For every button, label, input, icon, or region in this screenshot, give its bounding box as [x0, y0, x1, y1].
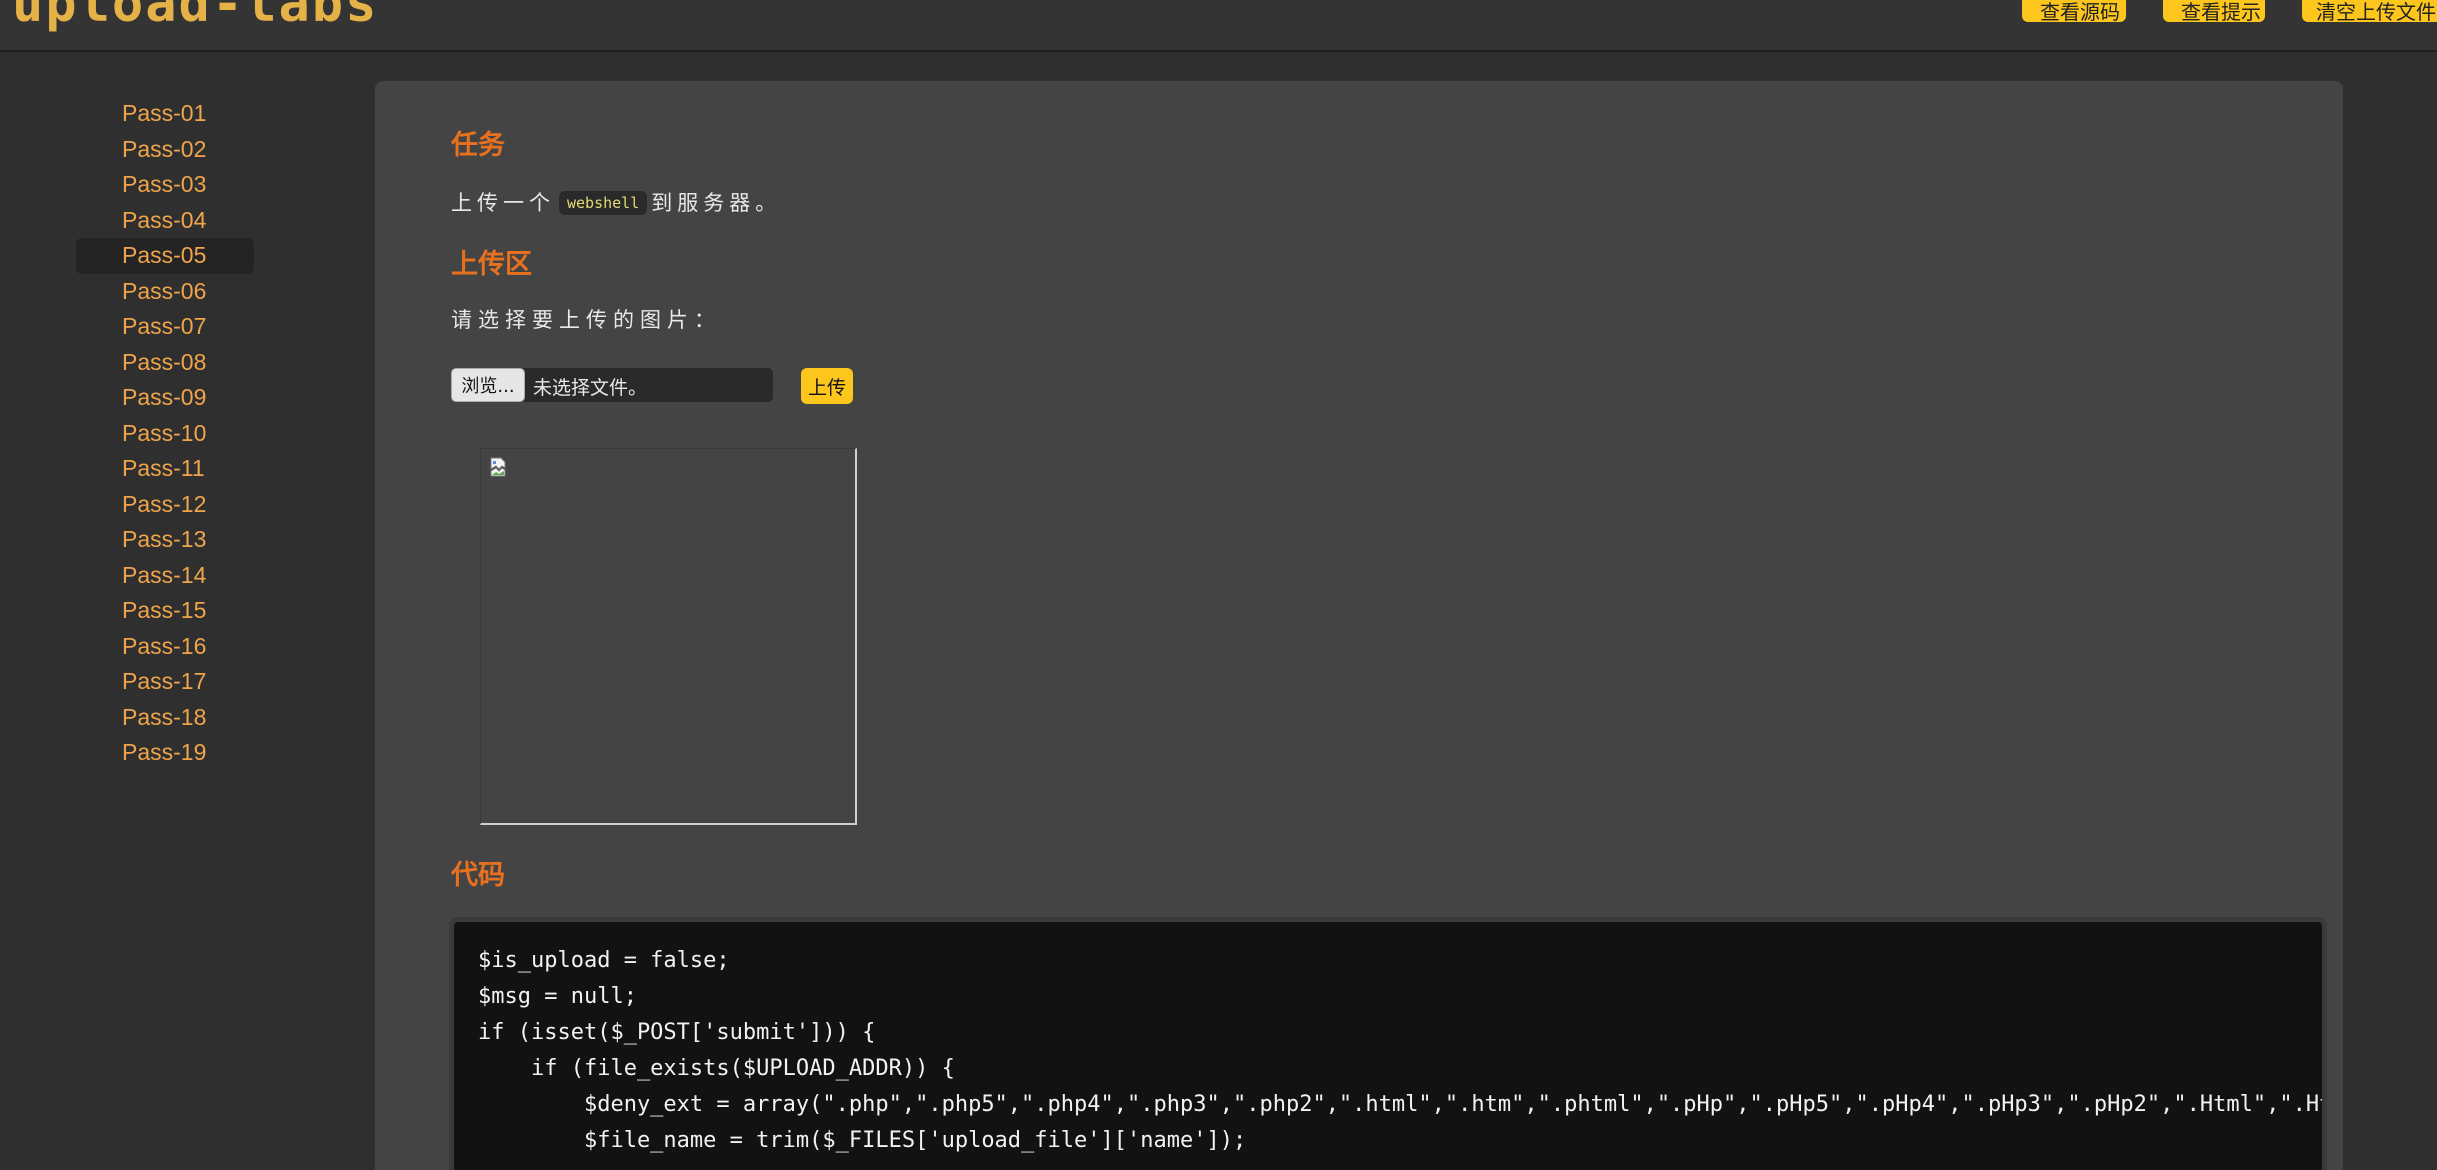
file-status-text: 未选择文件。 — [533, 377, 648, 399]
sidebar-item-pass-10[interactable]: Pass-10 — [76, 416, 254, 452]
code-line: if (isset($_POST['submit'])) { — [478, 1020, 876, 1045]
source-code-block: $is_upload = false; $msg = null; if (isset… — [454, 922, 2322, 1170]
sidebar-item-pass-14[interactable]: Pass-14 — [76, 558, 254, 594]
task-text-after: 到服务器。 — [651, 191, 782, 215]
sidebar-item-pass-18[interactable]: Pass-18 — [76, 700, 254, 736]
browse-button[interactable]: 浏览... — [451, 368, 525, 402]
sidebar-item-pass-11[interactable]: Pass-11 — [76, 451, 254, 487]
sidebar-item-pass-12[interactable]: Pass-12 — [76, 487, 254, 523]
view-source-button[interactable]: 查看源码 — [2022, 0, 2126, 22]
code-line: $is_upload = false; — [478, 948, 730, 973]
upload-heading: 上传区 — [451, 249, 532, 280]
sidebar-item-pass-01[interactable]: Pass-01 — [76, 96, 254, 132]
view-hint-button[interactable]: 查看提示 — [2163, 0, 2265, 22]
upload-prompt: 请选择要上传的图片： — [451, 308, 721, 332]
sidebar-item-pass-06[interactable]: Pass-06 — [76, 274, 254, 310]
main-panel: 任务 上传一个 webshell 到服务器。 上传区 请选择要上传的图片： 浏览..… — [375, 81, 2343, 1170]
broken-image-icon — [490, 457, 506, 477]
code-frame: $is_upload = false; $msg = null; if (isset… — [449, 917, 2327, 1170]
sidebar-item-pass-17[interactable]: Pass-17 — [76, 664, 254, 700]
sidebar-item-pass-19[interactable]: Pass-19 — [76, 735, 254, 771]
sidebar-item-pass-05[interactable]: Pass-05 — [76, 238, 254, 274]
code-line: $msg = null; — [478, 984, 637, 1009]
code-line: $file_name = trim($_FILES['upload_file']… — [478, 1128, 1247, 1153]
sidebar-item-pass-15[interactable]: Pass-15 — [76, 593, 254, 629]
sidebar-item-pass-03[interactable]: Pass-03 — [76, 167, 254, 203]
site-logo[interactable]: upload-labs — [12, 0, 378, 30]
task-text-before: 上传一个 — [451, 191, 555, 215]
sidebar-item-pass-04[interactable]: Pass-04 — [76, 203, 254, 239]
sidebar-item-pass-16[interactable]: Pass-16 — [76, 629, 254, 665]
task-heading: 任务 — [451, 130, 505, 161]
sidebar-item-pass-08[interactable]: Pass-08 — [76, 345, 254, 381]
task-code: webshell — [559, 191, 648, 215]
code-line: $deny_ext = array(".php",".php5",".php4"… — [478, 1092, 2322, 1117]
sidebar: Pass-01 Pass-02 Pass-03 Pass-04 Pass-05 Pass-… — [0, 54, 370, 1170]
top-header: upload-labs 查看源码 查看提示 清空上传文件 — [0, 0, 2437, 52]
task-description: 上传一个 webshell 到服务器。 — [451, 187, 781, 217]
code-heading: 代码 — [451, 860, 505, 891]
sidebar-nav: Pass-01 Pass-02 Pass-03 Pass-04 Pass-05 Pass-… — [76, 96, 254, 771]
sidebar-item-pass-07[interactable]: Pass-07 — [76, 309, 254, 345]
image-preview — [480, 448, 857, 825]
sidebar-item-pass-02[interactable]: Pass-02 — [76, 132, 254, 168]
code-line: if (file_exists($UPLOAD_ADDR)) { — [478, 1056, 955, 1081]
file-input[interactable]: 浏览... 未选择文件。 — [451, 368, 773, 402]
sidebar-item-pass-09[interactable]: Pass-09 — [76, 380, 254, 416]
upload-submit-button[interactable]: 上传 — [801, 368, 853, 404]
clear-uploads-button[interactable]: 清空上传文件 — [2302, 0, 2437, 22]
sidebar-item-pass-13[interactable]: Pass-13 — [76, 522, 254, 558]
